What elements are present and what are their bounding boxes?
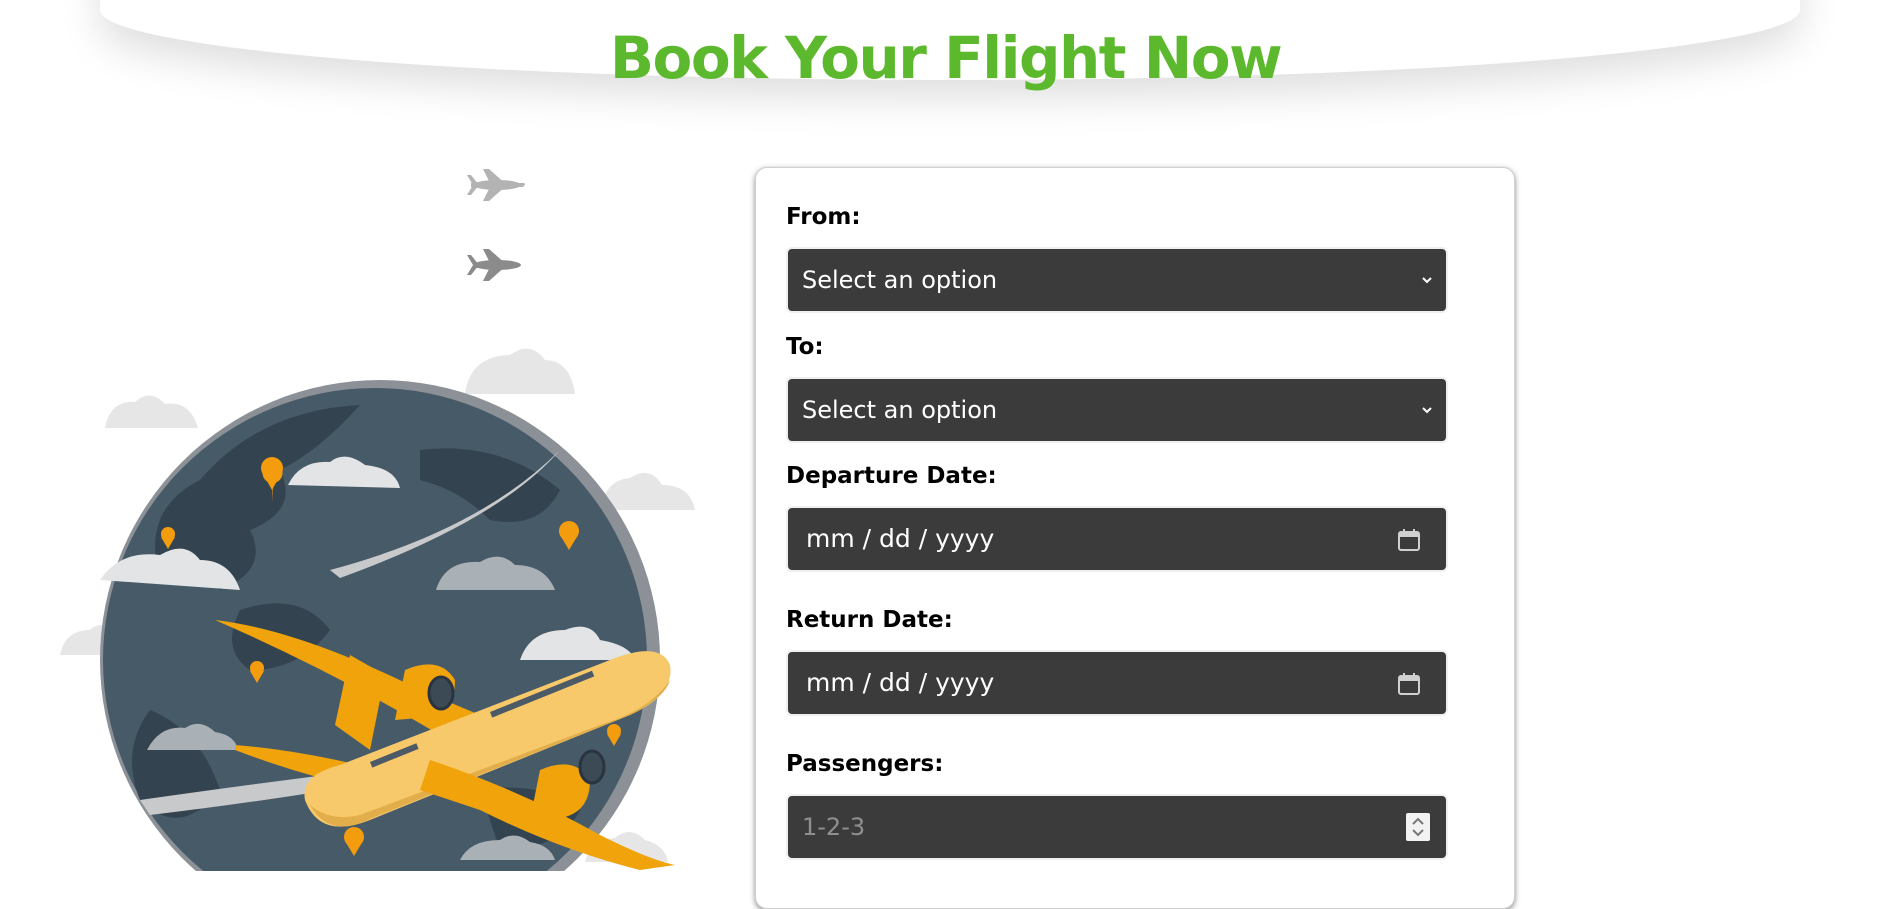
return-date-input[interactable]: mm / dd / yyyy [786, 650, 1448, 716]
calendar-icon[interactable] [1396, 527, 1422, 553]
to-select[interactable]: Select an option [786, 377, 1448, 443]
plane-icon [467, 169, 525, 201]
passengers-placeholder: 1-2-3 [802, 813, 866, 841]
departure-date-placeholder: mm / dd / yyyy [806, 524, 995, 553]
travel-illustration [60, 169, 695, 871]
chevron-down-icon [1422, 407, 1432, 414]
chevron-down-icon [1422, 277, 1432, 284]
return-date-placeholder: mm / dd / yyyy [806, 668, 995, 697]
to-label: To: [786, 334, 824, 360]
passengers-label: Passengers: [786, 751, 944, 777]
to-select-value: Select an option [802, 396, 998, 424]
departure-date-input[interactable]: mm / dd / yyyy [786, 506, 1448, 572]
from-select[interactable]: Select an option [786, 247, 1448, 313]
number-spinner-icon[interactable] [1406, 813, 1430, 841]
plane-icon [467, 249, 521, 281]
page-title: Book Your Flight Now [609, 24, 1283, 92]
calendar-icon[interactable] [1396, 671, 1422, 697]
from-select-value: Select an option [802, 266, 998, 294]
from-label: From: [786, 204, 861, 230]
departure-date-label: Departure Date: [786, 463, 997, 489]
booking-form: From: Select an option To: Select an opt… [755, 167, 1515, 909]
passengers-input[interactable]: 1-2-3 [786, 794, 1448, 860]
return-date-label: Return Date: [786, 607, 953, 633]
